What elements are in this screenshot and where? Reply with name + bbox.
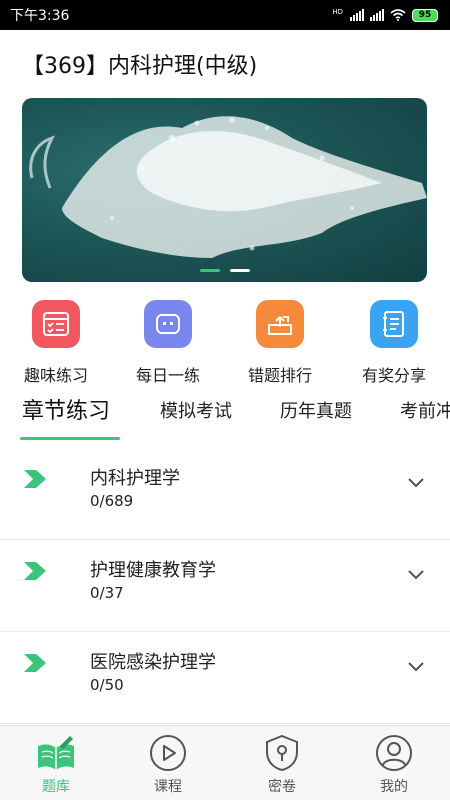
chevron-marker-icon bbox=[24, 654, 46, 672]
chapter-name: 内科护理学 bbox=[90, 468, 180, 489]
quick-actions: 趣味练习 每日一练 错题排行 有奖分享 bbox=[0, 300, 450, 390]
chevron-down-icon[interactable] bbox=[408, 478, 424, 488]
checklist-icon bbox=[32, 300, 80, 348]
banner-image bbox=[29, 116, 427, 259]
action-reward-share[interactable]: 有奖分享 bbox=[344, 300, 444, 386]
list-item[interactable]: 内科护理学 0/689 bbox=[0, 448, 450, 540]
tab-mock-exam[interactable]: 模拟考试 bbox=[160, 397, 232, 423]
chapter-progress: 0/37 bbox=[90, 584, 124, 602]
banner-dot-2[interactable] bbox=[229, 269, 250, 272]
battery-icon: 95 bbox=[412, 8, 438, 22]
chapter-progress: 0/50 bbox=[90, 676, 124, 694]
status-icons: HD 95 bbox=[332, 7, 438, 22]
chevron-marker-icon bbox=[24, 562, 46, 580]
list-item[interactable]: 护理健康教育学 0/37 bbox=[0, 540, 450, 632]
banner-dot-1[interactable] bbox=[199, 269, 220, 272]
nav-label: 我的 bbox=[380, 779, 408, 795]
chevron-marker-icon bbox=[24, 470, 46, 488]
tab-chapter-practice[interactable]: 章节练习 bbox=[22, 393, 110, 425]
user-circle-icon bbox=[376, 735, 412, 771]
nav-courses[interactable]: 课程 bbox=[128, 734, 208, 796]
network-type: HD bbox=[332, 7, 343, 16]
banner-carousel[interactable] bbox=[22, 98, 427, 282]
nav-secret-papers[interactable]: 密卷 bbox=[242, 734, 322, 796]
action-fun-practice[interactable]: 趣味练习 bbox=[6, 300, 106, 386]
nav-label: 题库 bbox=[42, 779, 70, 795]
banner-pagination bbox=[22, 269, 427, 272]
wifi-icon bbox=[390, 9, 406, 21]
action-label: 每日一练 bbox=[135, 366, 200, 385]
chapter-list: 内科护理学 0/689 护理健康教育学 0/37 医院感染护理学 0/50 bbox=[0, 448, 450, 724]
chevron-down-icon[interactable] bbox=[408, 662, 424, 672]
page-title: 【369】内科护理(中级) bbox=[22, 54, 258, 79]
action-wrong-ranking[interactable]: 错题排行 bbox=[230, 300, 330, 386]
play-circle-icon bbox=[150, 735, 186, 771]
chapter-name: 护理健康教育学 bbox=[90, 560, 216, 581]
nav-label: 密卷 bbox=[268, 779, 296, 795]
action-label: 趣味练习 bbox=[23, 366, 88, 385]
nav-profile[interactable]: 我的 bbox=[354, 734, 434, 796]
action-label: 错题排行 bbox=[247, 366, 312, 385]
action-label: 有奖分享 bbox=[361, 366, 426, 385]
chapter-progress: 0/689 bbox=[90, 492, 134, 510]
list-item[interactable]: 医院感染护理学 0/50 bbox=[0, 632, 450, 724]
notebook-icon bbox=[370, 300, 418, 348]
chapter-name: 医院感染护理学 bbox=[90, 652, 216, 673]
bottom-nav: 题库 课程 密卷 我的 bbox=[0, 725, 450, 800]
tab-final-sprint[interactable]: 考前冲 bbox=[400, 397, 450, 423]
tab-past-papers[interactable]: 历年真题 bbox=[280, 397, 352, 423]
nav-question-bank[interactable]: 题库 bbox=[16, 734, 96, 796]
signal-icon-2 bbox=[370, 9, 384, 21]
book-pen-icon bbox=[38, 736, 74, 770]
signal-icon bbox=[350, 9, 364, 21]
action-daily-practice[interactable]: 每日一练 bbox=[118, 300, 218, 386]
tab-active-indicator bbox=[20, 437, 120, 440]
status-time: 下午3:36 bbox=[10, 8, 70, 24]
robot-icon bbox=[144, 300, 192, 348]
category-tabs: 章节练习 模拟考试 历年真题 考前冲 bbox=[0, 393, 450, 443]
share-box-icon bbox=[256, 300, 304, 348]
chevron-down-icon[interactable] bbox=[408, 570, 424, 580]
nav-label: 课程 bbox=[154, 779, 182, 795]
shield-lock-icon bbox=[266, 734, 298, 772]
status-bar: 下午3:36 HD 95 bbox=[0, 0, 450, 30]
